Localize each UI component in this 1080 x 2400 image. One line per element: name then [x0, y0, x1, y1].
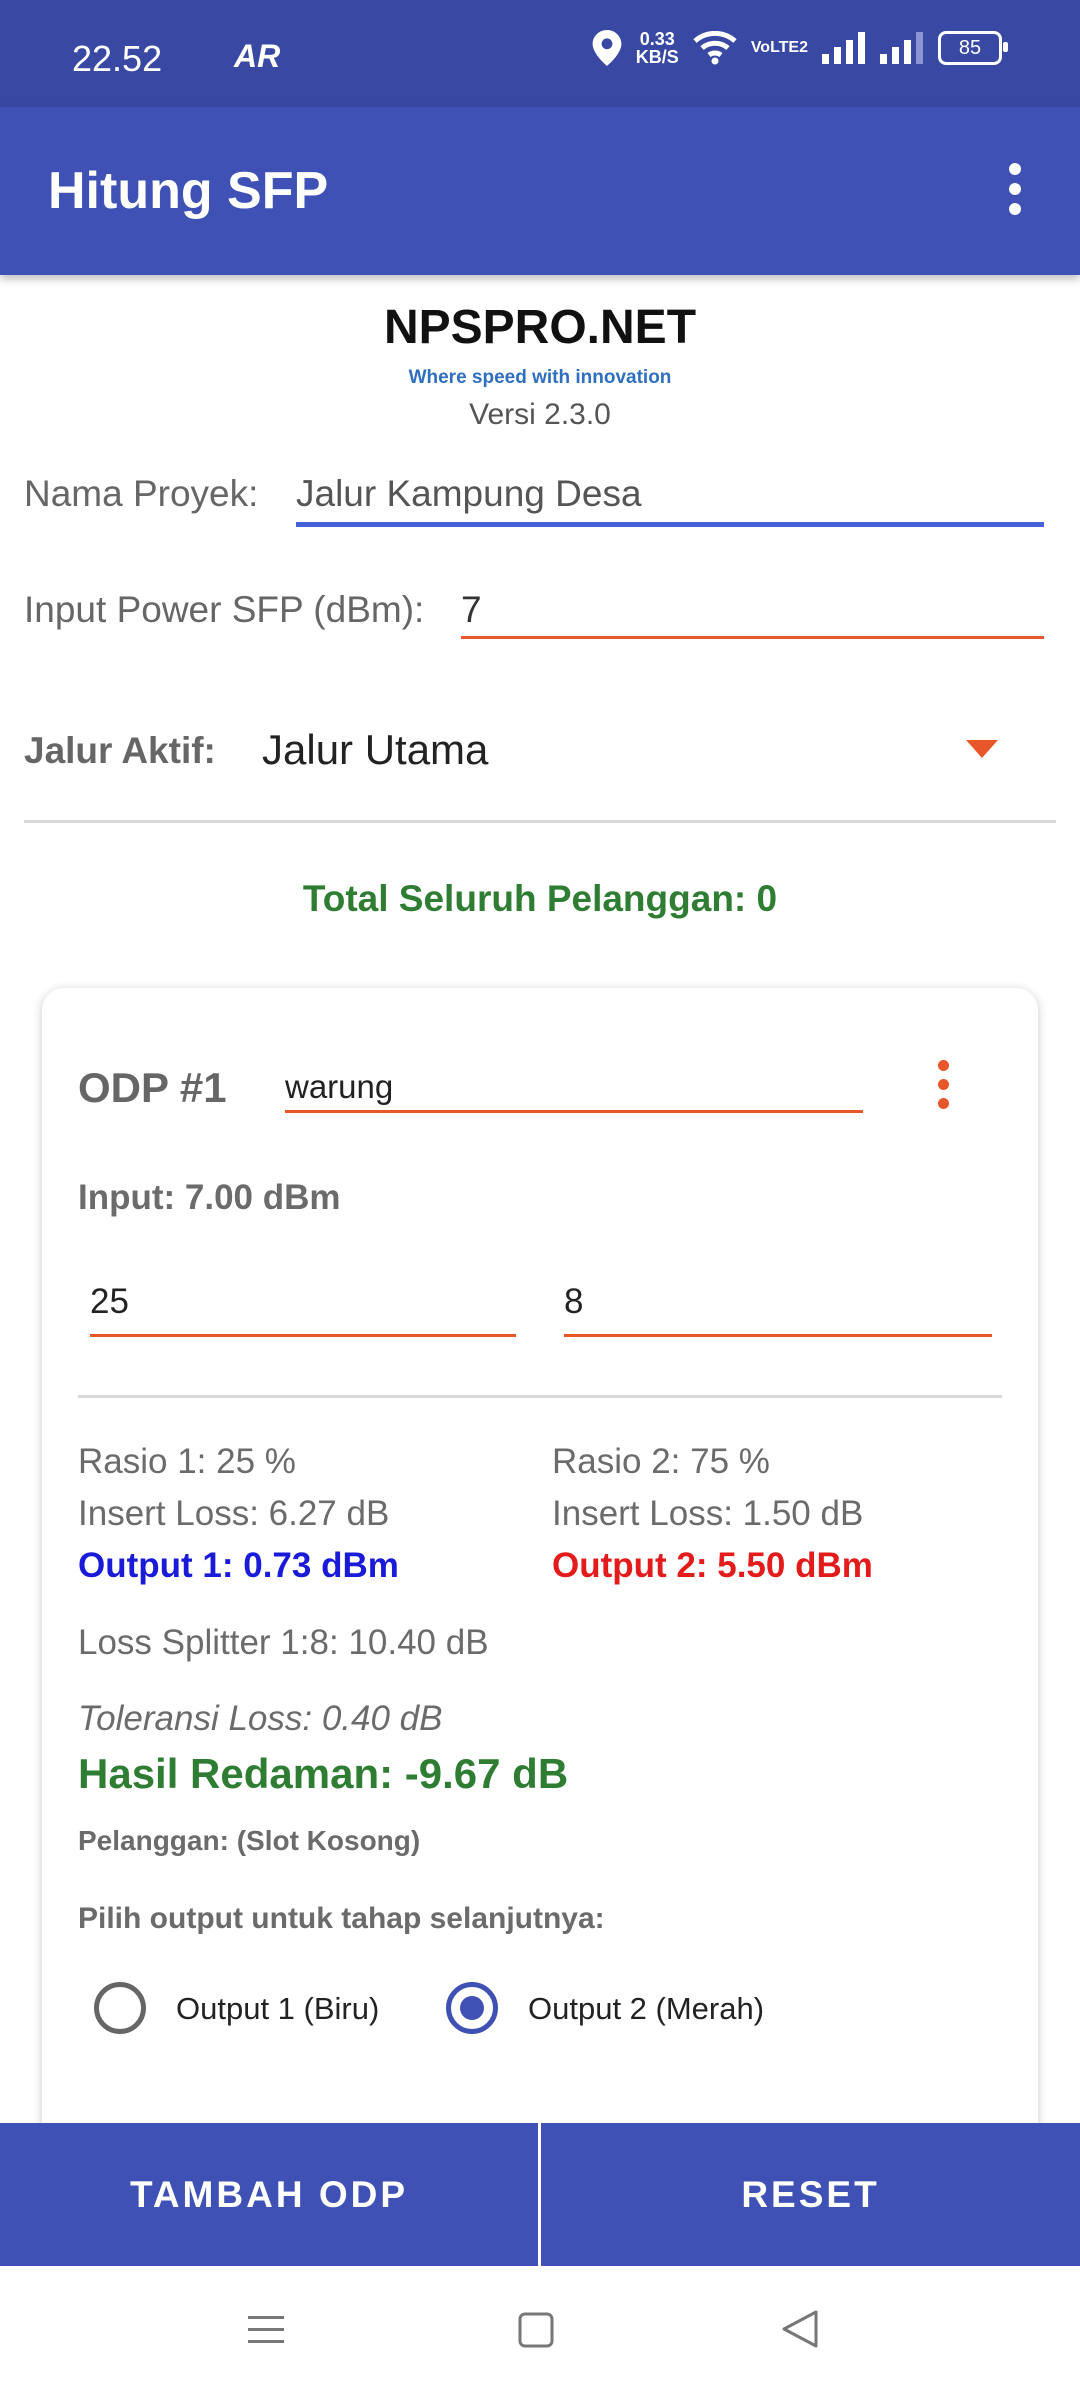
choose-output-label: Pilih output untuk tahap selanjutnya: — [78, 1902, 605, 1935]
project-name-label: Nama Proyek: — [24, 473, 259, 514]
status-bar: 22.52 AR 0.33 KB/S VoLTE2 85 — [0, 0, 1080, 107]
odp-menu-button[interactable] — [918, 1058, 968, 1118]
output1-text: Output 1: 0.73 dBm — [78, 1546, 399, 1585]
output1-option-label: Output 1 (Biru) — [176, 1991, 380, 2026]
ar-icon: AR — [234, 38, 281, 74]
path-divider — [24, 820, 1056, 823]
network-speed: 0.33 KB/S — [635, 29, 679, 67]
radio-output2[interactable]: Output 2 (Merah) — [446, 1982, 826, 2042]
location-icon — [592, 30, 622, 66]
wifi-icon — [693, 31, 737, 65]
input-power-underline — [461, 636, 1044, 639]
overflow-menu-button[interactable] — [980, 157, 1050, 227]
back-triangle-icon[interactable] — [780, 2308, 820, 2350]
splitter-input[interactable]: 8 — [564, 1282, 992, 1322]
signal-1-icon — [822, 32, 865, 64]
battery-icon: 85 — [938, 31, 1008, 65]
odp-title: ODP #1 — [78, 1064, 227, 1111]
ratio-input[interactable]: 25 — [90, 1282, 516, 1322]
more-vert-icon — [918, 1058, 968, 1109]
customers-text: Pelanggan: (Slot Kosong) — [78, 1825, 421, 1856]
project-name-underline — [296, 522, 1044, 527]
output2-option-label: Output 2 (Merah) — [528, 1991, 765, 2026]
reset-button[interactable]: RESET — [541, 2123, 1080, 2266]
radio-checked-icon — [446, 1982, 498, 2034]
radio-output1[interactable]: Output 1 (Biru) — [94, 1982, 454, 2042]
insert-loss2-text: Insert Loss: 1.50 dB — [552, 1494, 864, 1533]
dropdown-arrow-icon — [966, 740, 998, 758]
total-customers: Total Seluruh Pelanggan: 0 — [302, 878, 778, 919]
odp-divider — [78, 1395, 1002, 1398]
odp-name-input[interactable]: warung — [285, 1068, 863, 1106]
project-name-input[interactable]: Jalur Kampung Desa — [296, 473, 1044, 515]
volte-icon: VoLTE2 — [750, 39, 808, 56]
active-path-dropdown[interactable]: Jalur Utama — [250, 712, 1040, 792]
input-power-label: Input Power SFP (dBm): — [24, 589, 425, 630]
odp-name-underline — [285, 1110, 863, 1113]
output2-text: Output 2: 5.50 dBm — [552, 1546, 873, 1585]
active-path-label: Jalur Aktif: — [24, 730, 216, 771]
loss-splitter-text: Loss Splitter 1:8: 10.40 dB — [78, 1623, 489, 1662]
splitter-underline — [564, 1334, 992, 1337]
attenuation-result: Hasil Redaman: -9.67 dB — [78, 1750, 569, 1797]
input-power-field[interactable]: 7 — [461, 589, 1044, 631]
home-square-icon[interactable] — [516, 2310, 556, 2350]
app-bar: Hitung SFP — [0, 107, 1080, 275]
app-version: Versi 2.3.0 — [469, 398, 611, 431]
recents-menu-icon[interactable] — [246, 2310, 286, 2350]
status-time: 22.52 — [72, 38, 163, 79]
tolerance-text: Toleransi Loss: 0.40 dB — [78, 1699, 443, 1738]
ratio2-text: Rasio 2: 75 % — [552, 1442, 770, 1481]
odp-card: ODP #1 warung Input: 7.00 dBm 25 8 Rasio… — [42, 988, 1038, 2188]
odp-input-power: Input: 7.00 dBm — [78, 1178, 341, 1217]
add-odp-button[interactable]: TAMBAH ODP — [0, 2123, 538, 2266]
status-icons: 0.33 KB/S VoLTE2 85 — [592, 29, 1008, 67]
active-path-value: Jalur Utama — [262, 726, 489, 773]
insert-loss1-text: Insert Loss: 6.27 dB — [78, 1494, 390, 1533]
brand-name: NPSPRO.NET — [383, 301, 697, 354]
app-title: Hitung SFP — [48, 162, 329, 220]
brand-tagline: Where speed with innovation — [408, 367, 672, 388]
ratio-underline — [90, 1334, 516, 1337]
system-nav-bar — [0, 2266, 1080, 2400]
more-vert-icon — [980, 157, 1050, 215]
ratio1-text: Rasio 1: 25 % — [78, 1442, 296, 1481]
radio-unchecked-icon — [94, 1982, 146, 2034]
signal-2-icon — [880, 32, 923, 64]
